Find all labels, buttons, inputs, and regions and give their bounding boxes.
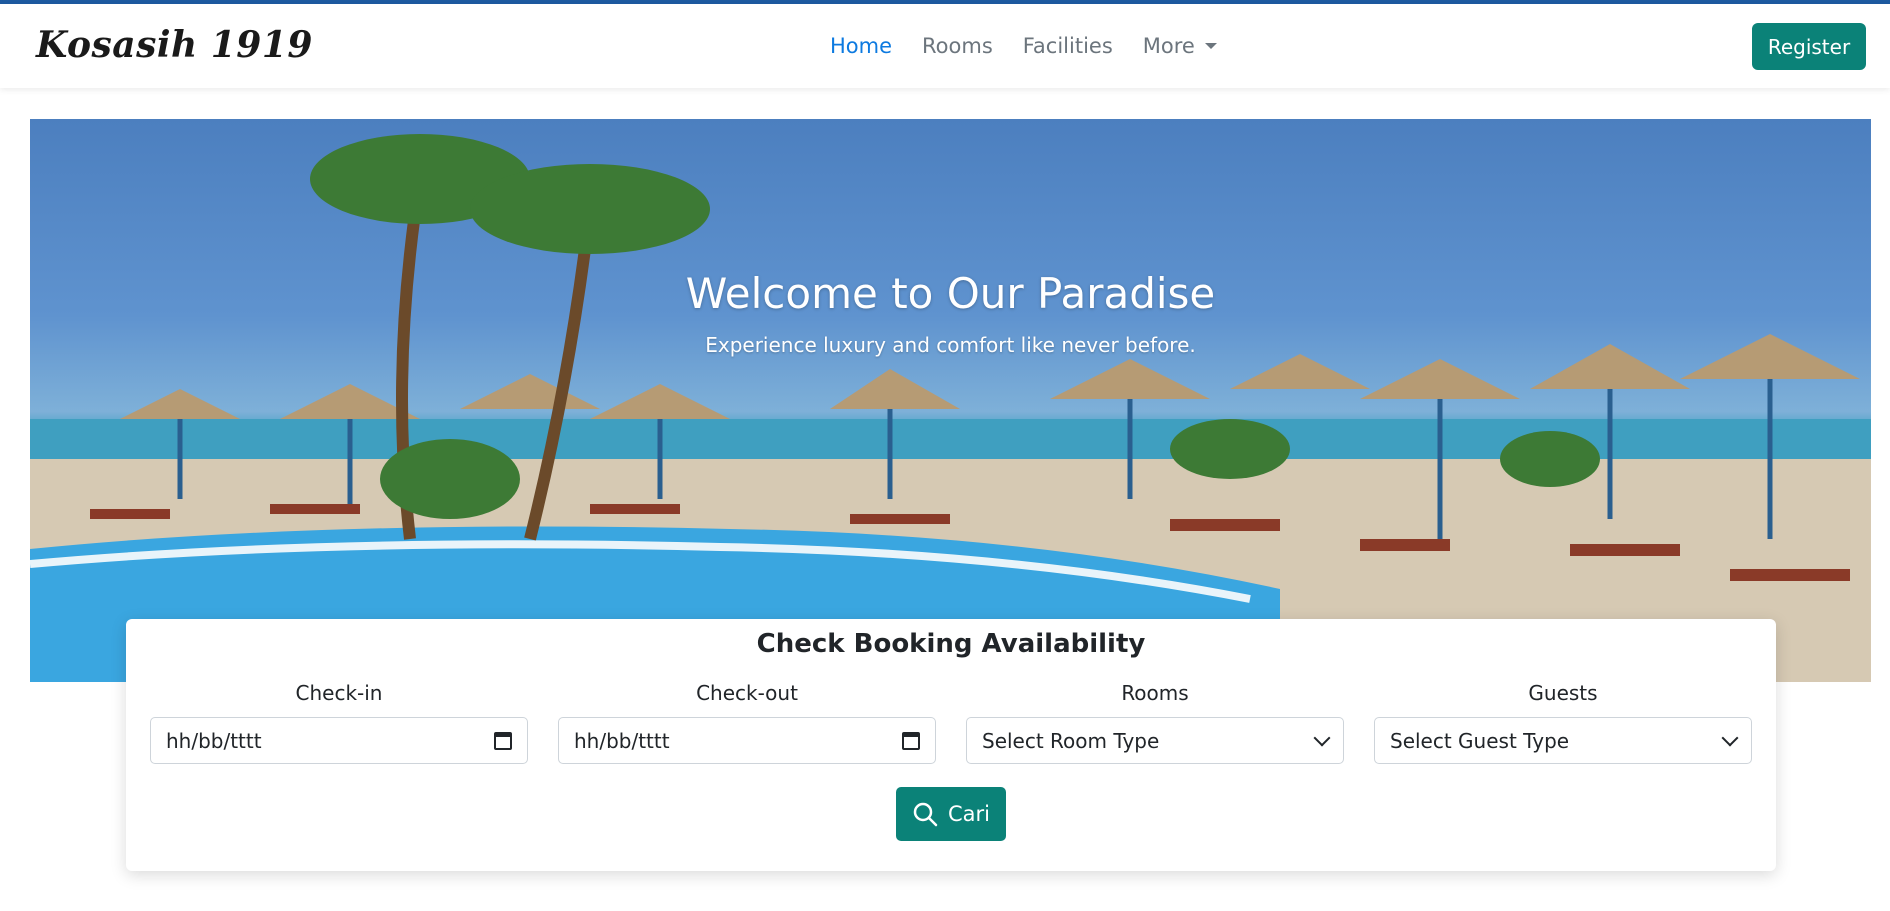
- calendar-icon[interactable]: [494, 731, 512, 750]
- checkout-field-group: Check-out hh/bb/tttt: [558, 681, 936, 764]
- brand-logo[interactable]: Kosasih 1919: [36, 24, 313, 66]
- guests-label: Guests: [1528, 681, 1598, 705]
- hero-beach-image: [30, 134, 1871, 682]
- checkin-date-input[interactable]: hh/bb/tttt: [150, 717, 528, 764]
- nav-rooms[interactable]: Rooms: [922, 34, 993, 58]
- navbar: Kosasih 1919 Home Rooms Facilities More …: [0, 4, 1890, 88]
- calendar-icon[interactable]: [902, 731, 920, 750]
- nav-menu: Home Rooms Facilities More: [830, 34, 1217, 58]
- hero-title: Welcome to Our Paradise: [685, 269, 1216, 318]
- checkout-date-input[interactable]: hh/bb/tttt: [558, 717, 936, 764]
- booking-availability-card: Check Booking Availability Check-in hh/b…: [126, 619, 1776, 871]
- booking-title: Check Booking Availability: [756, 629, 1146, 659]
- search-button-label: Cari: [948, 802, 990, 826]
- checkin-label: Check-in: [295, 681, 383, 705]
- checkin-field-group: Check-in hh/bb/tttt: [150, 681, 528, 764]
- guests-field-group: Guests Select Guest Type: [1374, 681, 1752, 764]
- rooms-field-group: Rooms Select Room Type: [966, 681, 1344, 764]
- checkout-label: Check-out: [696, 681, 798, 705]
- rooms-label: Rooms: [1121, 681, 1189, 705]
- chevron-down-icon: [1721, 729, 1739, 746]
- guest-type-select[interactable]: Select Guest Type: [1374, 717, 1752, 764]
- nav-home[interactable]: Home: [830, 34, 892, 58]
- hero-banner: Welcome to Our Paradise Experience luxur…: [30, 119, 1871, 682]
- search-button[interactable]: Cari: [896, 787, 1006, 841]
- caret-down-icon: [1204, 43, 1217, 49]
- guest-type-value: Select Guest Type: [1390, 728, 1570, 753]
- checkin-value: hh/bb/tttt: [166, 728, 262, 753]
- room-type-select[interactable]: Select Room Type: [966, 717, 1344, 764]
- nav-more-label: More: [1142, 34, 1195, 58]
- nav-more-dropdown[interactable]: More: [1143, 34, 1217, 58]
- nav-facilities[interactable]: Facilities: [1023, 34, 1113, 58]
- room-type-value: Select Room Type: [982, 728, 1160, 753]
- hero-subtitle: Experience luxury and comfort like never…: [705, 333, 1196, 357]
- register-button[interactable]: Register: [1752, 23, 1866, 70]
- chevron-down-icon: [1313, 729, 1331, 746]
- checkout-value: hh/bb/tttt: [574, 728, 670, 753]
- search-icon: [913, 802, 938, 827]
